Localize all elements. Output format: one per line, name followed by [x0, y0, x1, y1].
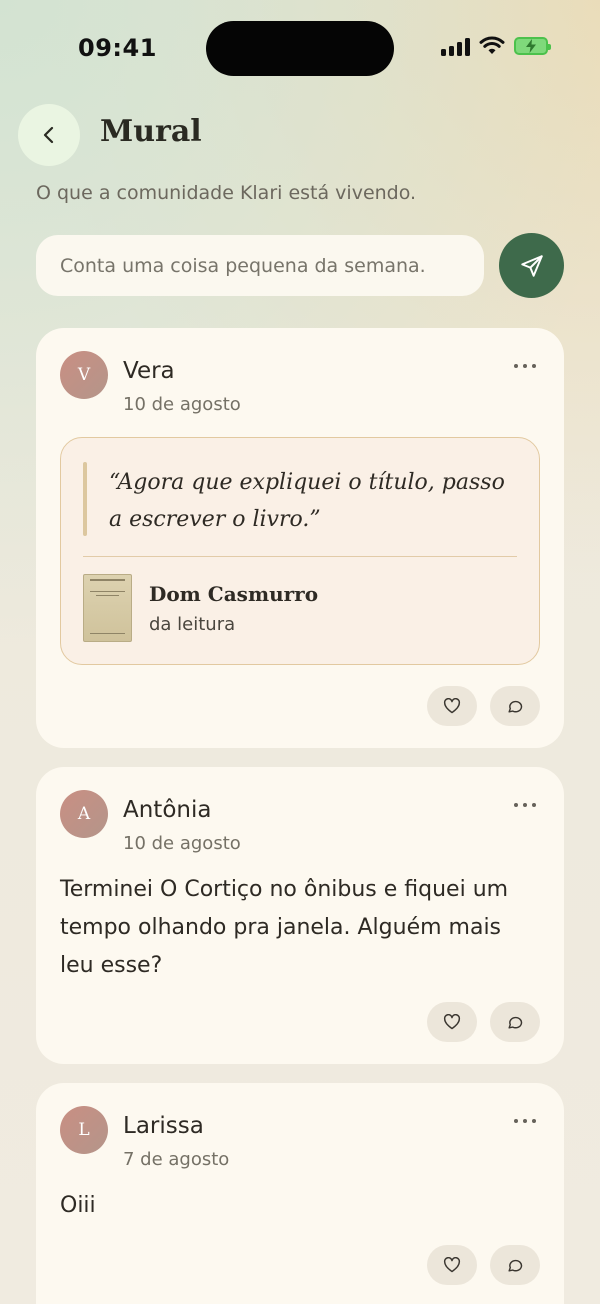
- post-author[interactable]: Antônia: [123, 797, 211, 823]
- post-date: 10 de agosto: [123, 833, 241, 854]
- post-date: 7 de agosto: [123, 1149, 230, 1170]
- back-chevron-icon: [43, 126, 54, 144]
- avatar[interactable]: L: [60, 1106, 108, 1154]
- avatar[interactable]: V: [60, 351, 108, 399]
- more-options-button[interactable]: [510, 797, 540, 813]
- post-card: A Antônia 10 de agosto Terminei O Cortiç…: [36, 767, 564, 1064]
- quote-text: “Agora que expliquei o título, passo a e…: [109, 470, 505, 532]
- send-button[interactable]: [499, 233, 564, 298]
- heart-icon: [443, 1257, 461, 1273]
- post-actions: [427, 686, 540, 726]
- book-cover-image: [83, 574, 132, 642]
- back-button[interactable]: [18, 104, 80, 166]
- avatar[interactable]: A: [60, 790, 108, 838]
- wifi-icon: [479, 36, 505, 54]
- like-button[interactable]: [427, 686, 477, 726]
- post-text: Oiii: [60, 1193, 96, 1218]
- quote-bar: [83, 462, 87, 536]
- post-card: L Larissa 7 de agosto Oiii: [36, 1083, 564, 1304]
- post-author[interactable]: Larissa: [123, 1113, 204, 1139]
- status-bar: 09:41: [0, 0, 600, 96]
- book-subtitle: da leitura: [149, 614, 236, 635]
- battery-icon: [514, 37, 551, 55]
- dynamic-island: [206, 21, 394, 76]
- post-text: Terminei O Cortiço no ônibus e fiquei um…: [60, 877, 509, 978]
- post-actions: [427, 1245, 540, 1285]
- comment-button[interactable]: [490, 1002, 540, 1042]
- comment-icon: [508, 700, 523, 713]
- like-button[interactable]: [427, 1002, 477, 1042]
- book-title: Dom Casmurro: [149, 582, 319, 606]
- quote-divider: [83, 556, 517, 557]
- status-time: 09:41: [78, 34, 157, 62]
- like-button[interactable]: [427, 1245, 477, 1285]
- post-author[interactable]: Vera: [123, 358, 175, 384]
- comment-button[interactable]: [490, 1245, 540, 1285]
- quote-card[interactable]: “Agora que expliquei o título, passo a e…: [60, 437, 540, 665]
- heart-icon: [443, 698, 461, 714]
- signal-icon: [441, 36, 470, 56]
- post-date: 10 de agosto: [123, 394, 241, 415]
- comment-icon: [508, 1016, 523, 1029]
- post-card: V Vera 10 de agosto “Agora que expliquei…: [36, 328, 564, 748]
- page-title: Mural: [100, 114, 202, 149]
- composer: [36, 235, 484, 296]
- heart-icon: [443, 1014, 461, 1030]
- send-icon: [520, 254, 543, 277]
- status-icons: [441, 36, 551, 56]
- comment-icon: [508, 1259, 523, 1272]
- more-options-button[interactable]: [510, 1113, 540, 1129]
- more-options-button[interactable]: [510, 358, 540, 374]
- post-input[interactable]: [60, 254, 484, 277]
- post-actions: [427, 1002, 540, 1042]
- comment-button[interactable]: [490, 686, 540, 726]
- page-subtitle: O que a comunidade Klari está vivendo.: [36, 182, 417, 204]
